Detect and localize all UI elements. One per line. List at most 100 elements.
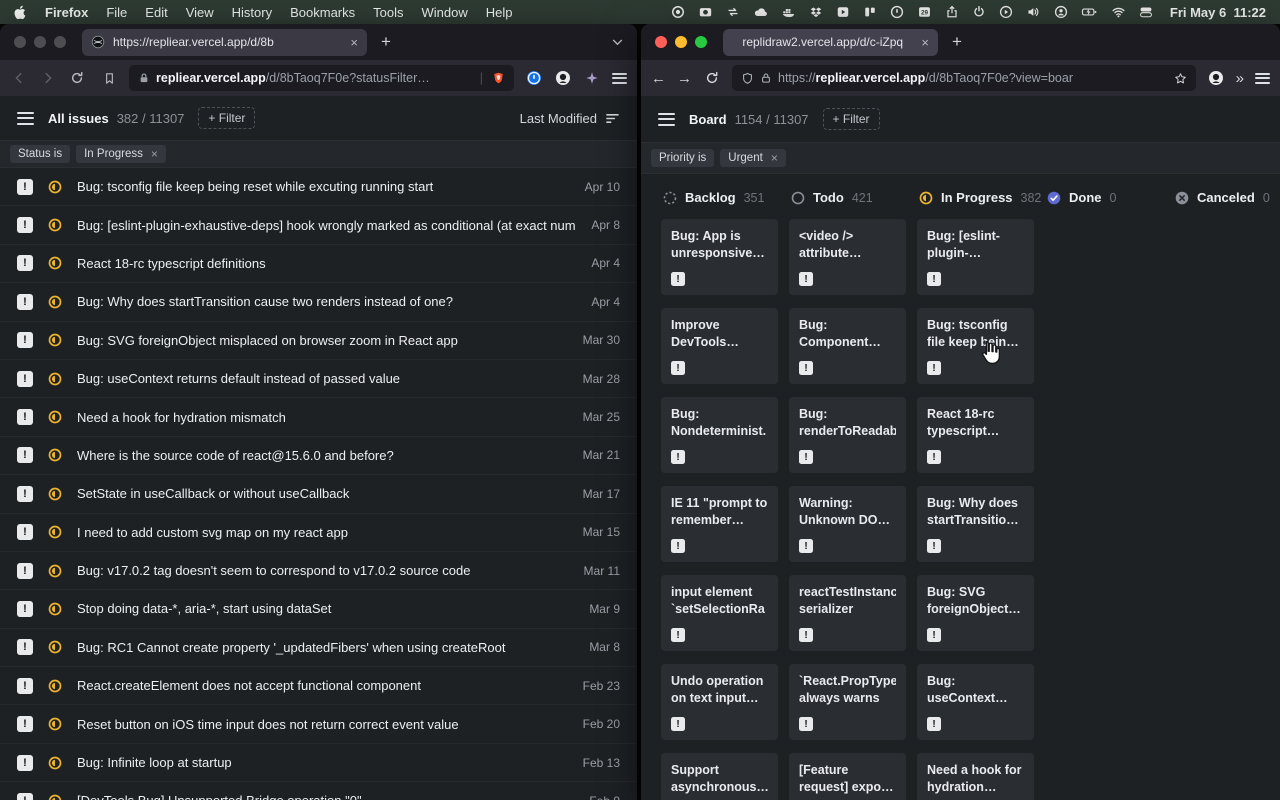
tracking-protection-shield-icon[interactable]	[741, 72, 754, 85]
menu-view[interactable]: View	[186, 5, 214, 20]
columns-icon[interactable]	[863, 5, 877, 19]
left-new-tab-button[interactable]: +	[375, 32, 397, 52]
left-url-bar[interactable]: repliear.vercel.app /d/8bTaoq7F0e?status…	[129, 65, 514, 91]
forward-icon[interactable]: →	[677, 70, 692, 87]
toolbar-overflow-icon[interactable]: »	[1236, 70, 1244, 87]
issue-card[interactable]: Support asynchronous…	[661, 753, 778, 800]
dropbox-icon[interactable]	[809, 5, 823, 19]
filter-value-chip[interactable]: Urgent ×	[720, 149, 786, 167]
issue-card[interactable]: `React.PropType` always warns ab	[789, 664, 906, 740]
reload-icon[interactable]	[703, 71, 721, 85]
play-square-icon[interactable]	[836, 5, 850, 19]
filter-field-chip[interactable]: Priority is	[651, 149, 714, 167]
issue-row[interactable]: Bug: Infinite loop at startup Feb 13	[0, 744, 637, 782]
left-tab-overflow-chevron-icon[interactable]	[612, 39, 627, 46]
issue-card[interactable]: Need a hook for hydration…	[917, 753, 1034, 800]
issue-card[interactable]: Bug: Why does startTransitio…	[917, 486, 1034, 562]
left-browser-tab[interactable]: https://repliear.vercel.app/d/8b ×	[82, 29, 367, 56]
wifi-icon[interactable]	[1111, 5, 1126, 19]
calendar-icon[interactable]: 29	[917, 5, 932, 19]
github-extension-icon[interactable]	[1207, 70, 1225, 86]
reload-icon[interactable]	[68, 71, 86, 85]
minimize-window-button[interactable]	[34, 36, 46, 48]
issue-card[interactable]: input element `setSelectionRa	[661, 575, 778, 651]
play-circle-icon[interactable]	[999, 5, 1013, 19]
remove-filter-icon[interactable]: ×	[151, 148, 158, 160]
issue-row[interactable]: React 18-rc typescript definitions Apr 4	[0, 245, 637, 283]
issue-row[interactable]: Bug: useContext returns default instead …	[0, 360, 637, 398]
issue-card[interactable]: Improve DevTools…	[661, 308, 778, 384]
issue-row[interactable]: Bug: v17.0.2 tag doesn't seem to corresp…	[0, 552, 637, 590]
add-filter-button[interactable]: + Filter	[823, 108, 880, 130]
menu-file[interactable]: File	[106, 5, 127, 20]
user-icon[interactable]	[1054, 5, 1068, 19]
docker-icon[interactable]	[781, 5, 796, 19]
right-tab-close-icon[interactable]: ×	[921, 35, 929, 50]
record-icon[interactable]	[671, 5, 685, 19]
sync-icon[interactable]	[726, 5, 740, 19]
issue-row[interactable]: React.createElement does not accept func…	[0, 667, 637, 705]
app-sidebar-toggle-icon[interactable]	[17, 112, 34, 125]
back-icon[interactable]	[10, 71, 28, 85]
issue-row[interactable]: Need a hook for hydration mismatch Mar 2…	[0, 398, 637, 436]
filter-value-chip[interactable]: In Progress ×	[76, 145, 166, 163]
toggles-icon[interactable]	[1139, 5, 1153, 19]
bookmark-star-icon[interactable]	[1174, 72, 1187, 85]
forward-icon[interactable]	[39, 71, 57, 85]
brave-shield-icon[interactable]	[492, 71, 505, 85]
filter-field-chip[interactable]: Status is	[10, 145, 70, 163]
issue-card[interactable]: IE 11 "prompt to remember…	[661, 486, 778, 562]
zoom-window-button[interactable]	[695, 36, 707, 48]
apple-menu-icon[interactable]	[14, 5, 27, 20]
issue-card[interactable]: Bug: Component…	[789, 308, 906, 384]
browser-menu-icon[interactable]	[1255, 73, 1270, 84]
zoom-window-button[interactable]	[54, 36, 66, 48]
issue-row[interactable]: Stop doing data-*, aria-*, start using d…	[0, 590, 637, 628]
menu-help[interactable]: Help	[486, 5, 513, 20]
right-url-bar[interactable]: https:// repliear.vercel.app /d/8bTaoq7F…	[732, 65, 1196, 91]
issue-row[interactable]: Where is the source code of react@15.6.0…	[0, 437, 637, 475]
issue-row[interactable]: Bug: [eslint-plugin-exhaustive-deps] hoo…	[0, 206, 637, 244]
power-icon[interactable]	[972, 5, 986, 19]
bookmark-icon[interactable]	[100, 72, 118, 85]
issue-card[interactable]: [Feature request] expo…	[789, 753, 906, 800]
issue-row[interactable]: [DevTools Bug] Unsupported Bridge operat…	[0, 782, 637, 800]
menu-history[interactable]: History	[232, 5, 272, 20]
issue-card[interactable]: Bug: Nondeterminist.	[661, 397, 778, 473]
close-window-button[interactable]	[655, 36, 667, 48]
issue-row[interactable]: SetState in useCallback or without useCa…	[0, 475, 637, 513]
onepassword-extension-icon[interactable]	[525, 70, 543, 86]
browser-menu-icon[interactable]	[612, 73, 627, 84]
app-sidebar-toggle-icon[interactable]	[658, 113, 675, 126]
issue-row[interactable]: Reset button on iOS time input does not …	[0, 705, 637, 743]
onepassword-icon[interactable]	[890, 5, 904, 19]
menu-tools[interactable]: Tools	[373, 5, 403, 20]
issue-card[interactable]: <video /> attribute…	[789, 219, 906, 295]
back-icon[interactable]: ←	[651, 70, 666, 87]
issue-card[interactable]: Bug: useContext…	[917, 664, 1034, 740]
left-tab-close-icon[interactable]: ×	[350, 35, 358, 50]
camera-icon[interactable]	[698, 5, 713, 19]
right-new-tab-button[interactable]: +	[946, 32, 968, 52]
issue-card[interactable]: Warning: Unknown DO…	[789, 486, 906, 562]
battery-charging-icon[interactable]	[1081, 5, 1098, 19]
right-browser-tab[interactable]: replidraw2.vercel.app/d/c-iZpq ×	[723, 29, 938, 56]
close-window-button[interactable]	[14, 36, 26, 48]
issue-row[interactable]: Bug: SVG foreignObject misplaced on brow…	[0, 322, 637, 360]
issue-row[interactable]: I need to add custom svg map on my react…	[0, 514, 637, 552]
issue-card[interactable]: Bug: tsconfig file keep bein…	[917, 308, 1034, 384]
menubar-clock[interactable]: Fri May 6 11:22	[1170, 5, 1266, 20]
issue-card[interactable]: reactTestInstance serializer	[789, 575, 906, 651]
menu-window[interactable]: Window	[422, 5, 468, 20]
issue-row[interactable]: Bug: Why does startTransition cause two …	[0, 283, 637, 321]
issue-card[interactable]: Undo operation on text input…	[661, 664, 778, 740]
github-extension-icon[interactable]	[554, 70, 572, 86]
issue-card[interactable]: Bug: renderToReadab	[789, 397, 906, 473]
menu-bookmarks[interactable]: Bookmarks	[290, 5, 355, 20]
share-icon[interactable]	[945, 5, 959, 19]
issue-row[interactable]: Bug: tsconfig file keep being reset whil…	[0, 168, 637, 206]
sort-control[interactable]: Last Modified	[520, 111, 620, 126]
minimize-window-button[interactable]	[675, 36, 687, 48]
issue-card[interactable]: React 18-rc typescript…	[917, 397, 1034, 473]
cloud-icon[interactable]	[753, 5, 768, 19]
